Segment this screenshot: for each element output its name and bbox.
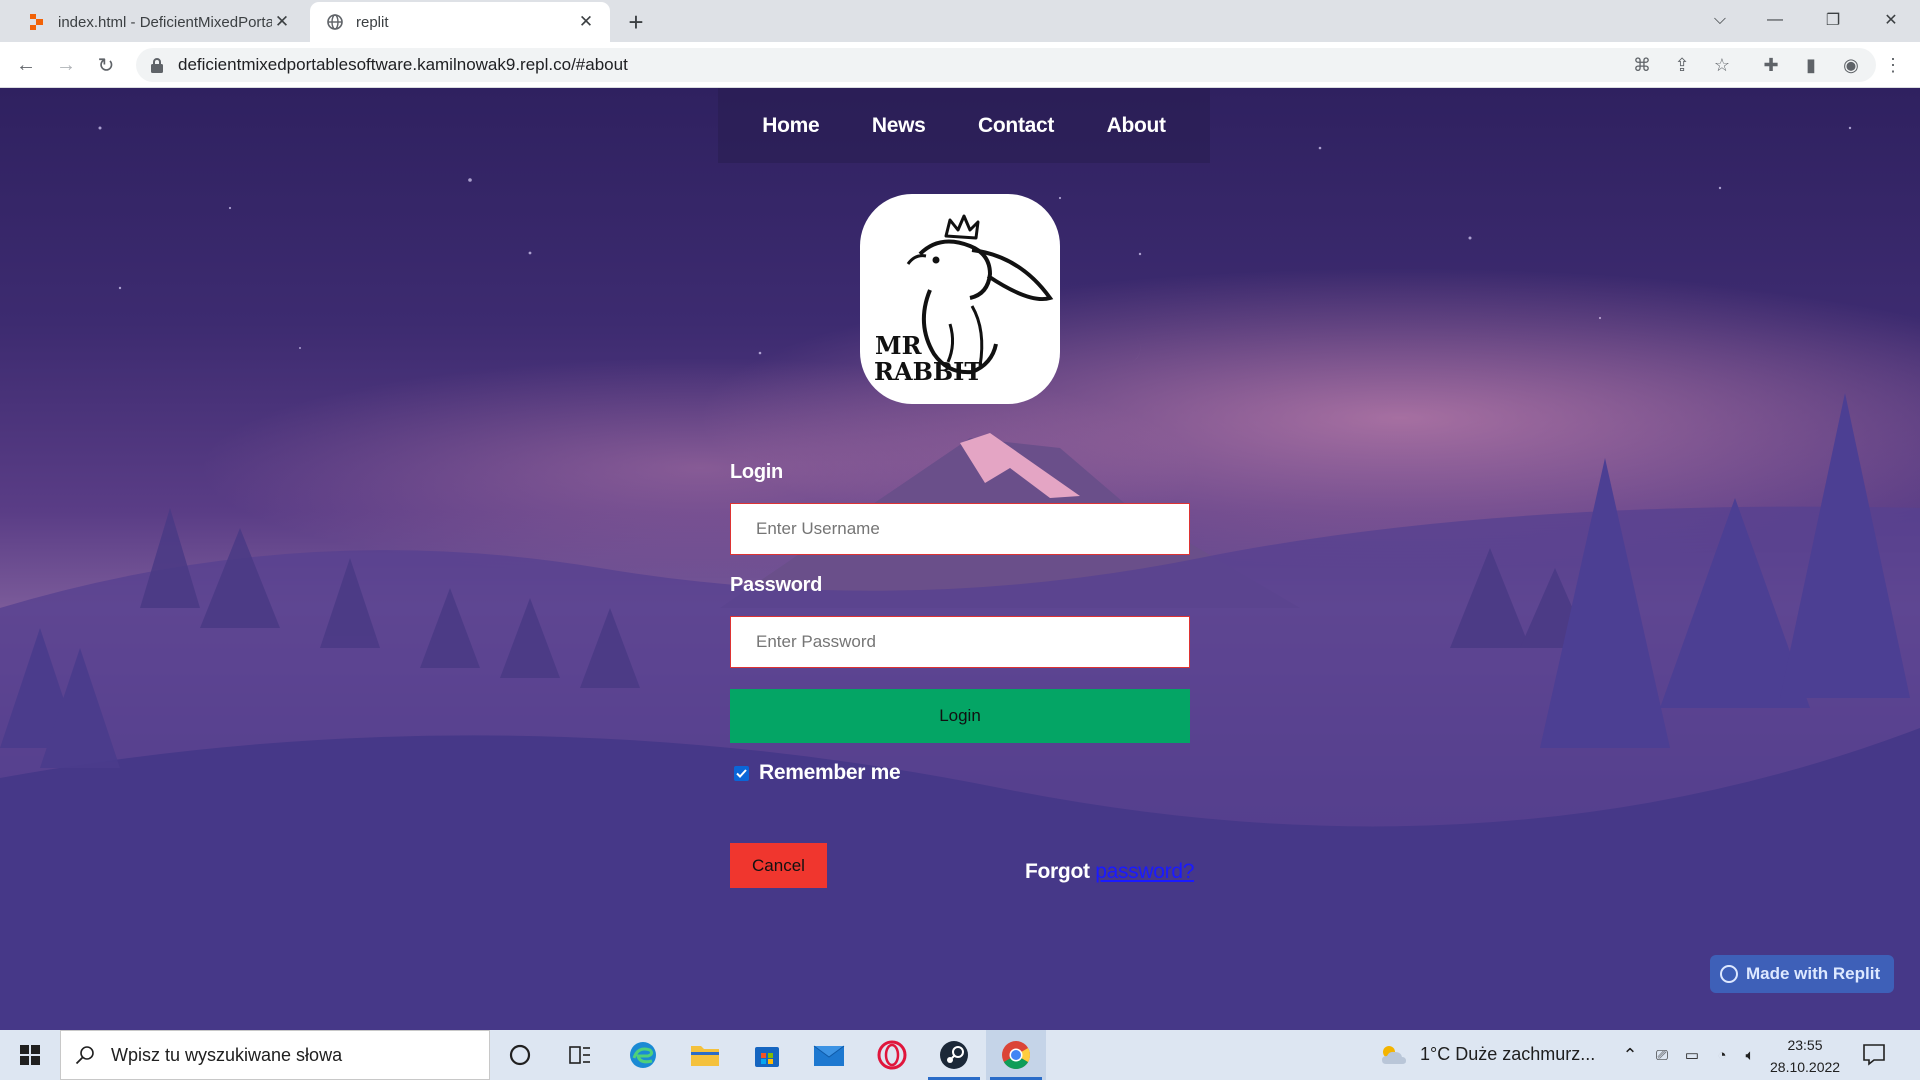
tab-title: replit [356, 13, 389, 31]
menu-kebab-icon[interactable]: ⋮ [1877, 49, 1909, 81]
close-icon[interactable]: ✕ [272, 12, 292, 32]
chrome-icon[interactable] [986, 1030, 1046, 1080]
profile-icon[interactable]: ◉ [1835, 49, 1867, 81]
logo-text-mr: MR [875, 331, 923, 360]
top-nav: Home News Contact About [718, 88, 1210, 163]
forward-icon[interactable]: → [50, 49, 82, 81]
tray-chevron-up-icon[interactable]: ⌃ [1614, 1039, 1646, 1071]
logo-text-rabbit: RABBIT [874, 357, 982, 386]
nav-news[interactable]: News [872, 114, 926, 138]
nav-contact[interactable]: Contact [978, 114, 1054, 138]
forgot-password: Forgot password? [1025, 860, 1194, 884]
mail-icon[interactable] [799, 1030, 859, 1080]
bookmark-star-icon[interactable]: ☆ [1706, 49, 1738, 81]
translate-icon[interactable]: ⌘ [1626, 49, 1658, 81]
browser-toolbar: ← → ↻ deficientmixedportablesoftware.kam… [0, 42, 1920, 88]
chevron-down-icon[interactable]: ⌵ [1700, 0, 1740, 40]
tab-strip: index.html - DeficientMixedPorta ✕ repli… [0, 0, 1920, 42]
checkmark-icon [736, 768, 747, 778]
weather-text[interactable]: 1°C Duże zachmurz... [1420, 1044, 1595, 1065]
minimize-icon[interactable]: — [1755, 0, 1795, 40]
side-panel-icon[interactable]: ▮ [1795, 49, 1827, 81]
store-icon[interactable] [737, 1030, 797, 1080]
nav-home[interactable]: Home [762, 114, 819, 138]
battery-icon[interactable]: ▭ [1676, 1039, 1708, 1071]
remember-label: Remember me [759, 761, 901, 784]
tab-index-html[interactable]: index.html - DeficientMixedPorta ✕ [10, 2, 306, 42]
clock-date: 28.10.2022 [1770, 1059, 1841, 1075]
remember-me: Remember me [734, 761, 901, 785]
new-tab-button[interactable]: + [620, 6, 652, 38]
edge-icon[interactable] [613, 1030, 673, 1080]
replit-logo-icon [1720, 965, 1738, 983]
tab-title: index.html - DeficientMixedPorta [58, 13, 272, 31]
windows-start-icon[interactable] [0, 1030, 60, 1080]
reload-icon[interactable]: ↻ [90, 49, 122, 81]
made-with-replit-badge[interactable]: Made with Replit [1710, 955, 1894, 993]
window-close-icon[interactable]: ✕ [1871, 0, 1911, 40]
password-label: Password [730, 574, 823, 596]
close-icon[interactable]: ✕ [576, 12, 596, 32]
remember-checkbox[interactable] [734, 765, 749, 781]
address-bar[interactable]: deficientmixedportablesoftware.kamilnowa… [136, 48, 1876, 82]
back-icon[interactable]: ← [10, 49, 42, 81]
moon-icon [1114, 335, 1141, 365]
password-input[interactable] [730, 616, 1190, 668]
search-icon [75, 1046, 94, 1065]
share-icon[interactable]: ⇪ [1666, 49, 1698, 81]
page-content: Home News Contact About MR RABBIT Login … [0, 88, 1920, 1030]
username-label: Login [730, 461, 783, 483]
search-placeholder: Wpisz tu wyszukiwane słowa [111, 1044, 343, 1065]
username-input[interactable] [730, 503, 1190, 555]
volume-icon[interactable]: 🔈︎ [1734, 1039, 1766, 1071]
mr-rabbit-logo: MR RABBIT [860, 194, 1060, 404]
extensions-icon[interactable]: ✚ [1755, 49, 1787, 81]
taskbar-clock[interactable]: 23:55 28.10.2022 [1770, 1034, 1840, 1078]
task-view-icon[interactable] [550, 1030, 610, 1080]
replit-icon [28, 13, 46, 31]
taskbar: Wpisz tu wyszukiwane słowa 1°C Duże zach… [0, 1030, 1920, 1080]
clock-time: 23:55 [1787, 1037, 1823, 1053]
opera-icon[interactable] [862, 1030, 922, 1080]
taskbar-search[interactable]: Wpisz tu wyszukiwane słowa [60, 1030, 490, 1080]
meet-now-icon[interactable]: ⎚ [1646, 1039, 1678, 1071]
cancel-button[interactable]: Cancel [730, 843, 827, 888]
rabbit-logo-image: MR RABBIT [874, 214, 1054, 386]
notifications-icon[interactable] [1862, 1042, 1886, 1071]
forgot-password-link[interactable]: password? [1095, 860, 1194, 883]
cortana-icon[interactable] [490, 1030, 550, 1080]
steam-icon[interactable] [924, 1030, 984, 1080]
login-button[interactable]: Login [730, 689, 1190, 743]
nav-about[interactable]: About [1107, 114, 1166, 138]
badge-text: Made with Replit [1746, 964, 1881, 983]
file-explorer-icon[interactable] [675, 1030, 735, 1080]
tab-replit[interactable]: replit ✕ [310, 2, 610, 42]
globe-icon [326, 13, 344, 31]
lock-icon [151, 58, 163, 73]
forgot-prefix: Forgot [1025, 860, 1096, 883]
restore-icon[interactable]: ❐ [1813, 0, 1853, 40]
url-text: deficientmixedportablesoftware.kamilnowa… [178, 55, 628, 74]
weather-cloud-icon[interactable] [1378, 1042, 1408, 1073]
